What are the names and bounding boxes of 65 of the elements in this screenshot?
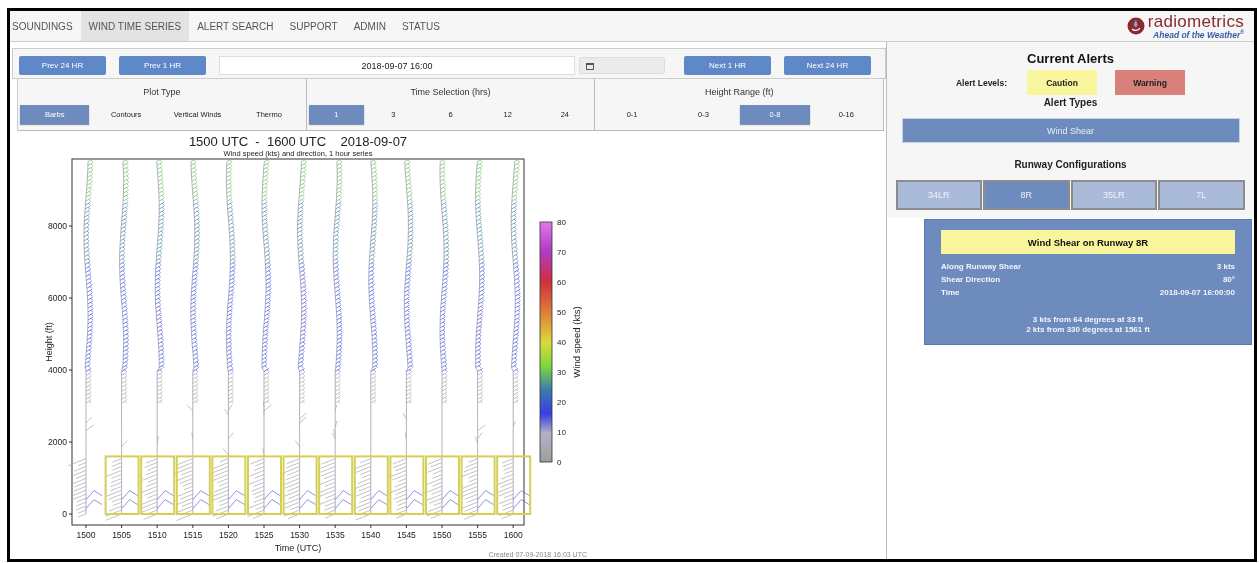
- colorbar-tick-label: 10: [557, 428, 566, 437]
- alert-detail-label: Time: [941, 288, 960, 297]
- prev-button[interactable]: Prev 1 HR: [119, 56, 206, 75]
- runway-configurations-title: Runway Configurations: [1014, 159, 1127, 170]
- alert-message: 2 kts from 330 degrees at 1561 ft: [1025, 325, 1151, 336]
- y-tick-label: 4000: [48, 365, 67, 375]
- next-button[interactable]: Next 1 HR: [684, 56, 771, 75]
- calendar-icon: [586, 61, 594, 70]
- option-group-title: Plot Type: [142, 87, 182, 97]
- nav-tab[interactable]: WIND TIME SERIES: [80, 11, 190, 41]
- colorbar-tick-label: 20: [557, 398, 566, 407]
- nav-tab[interactable]: SOUNDINGS: [10, 11, 81, 41]
- alert-detail-value: 2018-09-07 16:00:00: [1159, 288, 1235, 297]
- option-group-title: Height Range (ft): [703, 87, 775, 97]
- y-tick-label: 6000: [48, 293, 67, 303]
- alert-message: 3 kts from 64 degrees at 33 ft: [1031, 315, 1145, 326]
- alert-card-title: Wind Shear on Runway 8R: [941, 230, 1235, 254]
- logo-tagline: Ahead of the Weather$^{®}$: [1153, 29, 1244, 40]
- x-tick-label: 1530: [290, 530, 310, 540]
- y-tick-label: 8000: [48, 221, 67, 231]
- y-tick-label: 2000: [48, 437, 67, 447]
- alert-level-chip: Caution: [1027, 70, 1097, 95]
- alert-detail-value: 3 kts: [1216, 262, 1235, 271]
- nav-tab[interactable]: SUPPORT: [281, 11, 346, 41]
- colorbar-tick-label: 0: [557, 458, 562, 467]
- nav-tab[interactable]: ADMIN: [345, 11, 394, 41]
- x-tick-label: 1510: [147, 530, 167, 540]
- colorbar-tick-label: 30: [557, 368, 566, 377]
- y-tick-label: 0: [62, 509, 67, 519]
- colorbar-tick-label: 60: [557, 278, 566, 287]
- x-tick-label: 1600: [503, 530, 523, 540]
- x-tick-label: 1535: [325, 530, 345, 540]
- colorbar-tick-label: 50: [557, 308, 566, 317]
- option-group-title: Time Selection (hrs): [409, 87, 492, 97]
- x-tick-label: 1500: [76, 530, 96, 540]
- x-tick-label: 1550: [432, 530, 452, 540]
- alert-detail-label: Along Runway Shear: [941, 262, 1021, 271]
- x-axis-label: Time (UTC): [274, 543, 322, 553]
- next-button[interactable]: Next 24 HR: [784, 56, 871, 75]
- colorbar-tick-label: 80: [557, 218, 566, 227]
- x-tick-label: 1505: [112, 530, 132, 540]
- colorbar-label: Wind speed (kts): [571, 306, 582, 378]
- alert-types-title: Alert Types: [1043, 97, 1098, 108]
- calendar-button[interactable]: [579, 57, 665, 74]
- alert-level-chip: Warning: [1115, 70, 1185, 95]
- prev-button[interactable]: Prev 24 HR: [19, 56, 106, 75]
- x-tick-label: 1515: [183, 530, 203, 540]
- alerts-title: Current Alerts: [1027, 51, 1114, 66]
- nav-tab[interactable]: ALERT SEARCH: [189, 11, 282, 41]
- colorbar-tick-label: 40: [557, 338, 566, 347]
- alert-levels-label: Alert Levels:: [956, 77, 1007, 88]
- x-tick-label: 1545: [396, 530, 416, 540]
- x-tick-label: 1555: [468, 530, 488, 540]
- x-tick-label: 1540: [361, 530, 381, 540]
- alert-detail-label: Shear Direction: [941, 275, 1001, 284]
- logo-name: radiometrics: [1147, 12, 1244, 30]
- x-tick-label: 1520: [218, 530, 238, 540]
- colorbar-tick-label: 70: [557, 248, 566, 257]
- alert-detail-value: 80°: [1222, 275, 1235, 284]
- nav-tab[interactable]: STATUS: [393, 11, 448, 41]
- datetime-field[interactable]: 2018-09-07 16:00: [219, 56, 575, 75]
- logo-icon: [1126, 17, 1145, 35]
- x-tick-label: 1525: [254, 530, 274, 540]
- plot-title: 1500 UTC - 1600 UTC 2018-09-07: [188, 134, 408, 149]
- y-axis-label: Height (ft): [44, 322, 54, 362]
